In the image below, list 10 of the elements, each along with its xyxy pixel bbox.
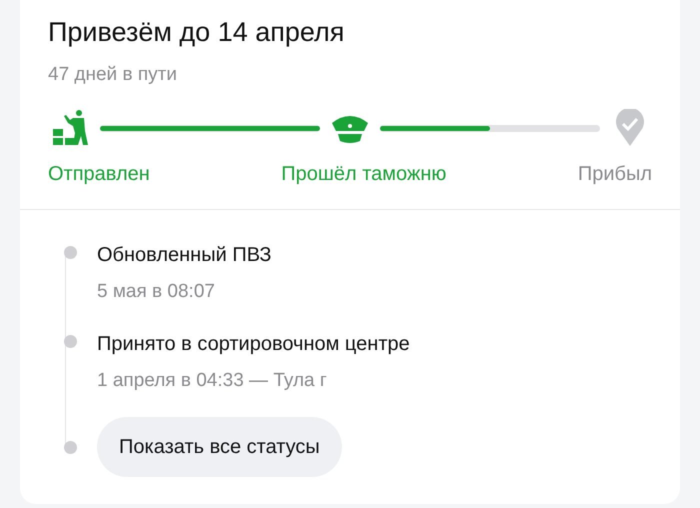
event-detail: 1 апреля в 04:33 — Тула г bbox=[97, 368, 328, 392]
event-title: Обновленный ПВЗ bbox=[97, 243, 272, 268]
stage-label: Отправлен bbox=[48, 162, 150, 187]
transit-days: 47 дней в пути bbox=[48, 60, 652, 89]
show-all-statuses-button[interactable]: Показать все статусы bbox=[97, 417, 342, 477]
delivery-title: Привезём до 14 апреля bbox=[48, 16, 346, 49]
event-detail: 5 мая в 08:07 bbox=[97, 280, 216, 304]
event-title: Принято в сортировочном центре bbox=[97, 332, 410, 356]
stage-label: Прибыл bbox=[578, 162, 652, 187]
stage-label: Прошёл таможню bbox=[281, 162, 446, 187]
